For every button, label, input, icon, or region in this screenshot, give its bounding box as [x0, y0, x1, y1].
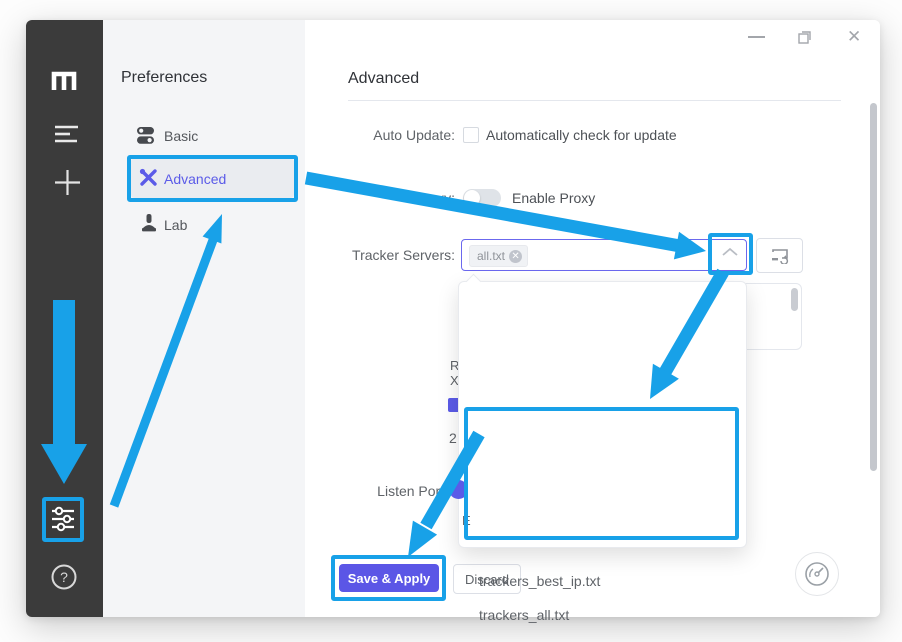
basic-toggles-icon: [137, 127, 156, 144]
speedometer-icon: [803, 560, 831, 588]
title-divider: [348, 100, 841, 101]
sync-trackers-icon: [771, 248, 789, 264]
motrix-logo-icon: [49, 66, 79, 94]
tag-label: all.txt: [477, 249, 505, 263]
preferences-panel: [103, 20, 305, 617]
tracker-servers-select[interactable]: all.txt ✕: [461, 239, 747, 271]
annotation-box-chevron: [708, 233, 753, 275]
selected-tracker-tag: all.txt ✕: [469, 245, 528, 267]
enable-proxy-text: Enable Proxy: [512, 190, 595, 206]
textarea-scrollbar-thumb[interactable]: [791, 288, 798, 311]
tracker-servers-label: Tracker Servers:: [305, 247, 455, 263]
proxy-label: Proxy:: [305, 190, 455, 206]
add-task-icon[interactable]: [54, 169, 81, 196]
annotation-box-advanced: [127, 155, 298, 202]
sidebar-item-lab[interactable]: Lab: [164, 217, 187, 233]
dropdown-option[interactable]: trackers_all.txt: [479, 607, 569, 623]
auto-update-label: Auto Update:: [305, 127, 455, 143]
hidden-text-fragment-2: 2: [449, 430, 457, 446]
sidebar-item-basic[interactable]: Basic: [164, 128, 198, 144]
lab-stamp-icon: [141, 213, 158, 233]
minimize-icon[interactable]: [748, 36, 765, 38]
page-title: Advanced: [348, 70, 419, 88]
dropdown-option[interactable]: trackers_best_ip.txt: [479, 573, 600, 589]
sync-trackers-button[interactable]: [756, 238, 803, 273]
main-scrollbar-thumb[interactable]: [870, 103, 877, 471]
preferences-title: Preferences: [121, 69, 207, 87]
annotation-box-save-button: [331, 555, 446, 601]
close-icon[interactable]: ✕: [847, 27, 861, 47]
help-icon[interactable]: ?: [51, 564, 78, 591]
svg-text:?: ?: [60, 569, 68, 585]
listen-ports-label: Listen Ports:: [305, 483, 455, 499]
auto-update-checkbox[interactable]: [463, 127, 479, 143]
annotation-box-tracker-group: [464, 407, 739, 540]
restore-icon[interactable]: [797, 29, 813, 45]
task-list-icon[interactable]: [54, 124, 80, 144]
auto-update-checkbox-label: Automatically check for update: [486, 127, 677, 143]
speed-gauge-button[interactable]: [795, 552, 839, 596]
tag-remove-icon[interactable]: ✕: [509, 250, 522, 263]
annotation-box-settings-icon: [42, 497, 84, 542]
toggle-knob: [464, 190, 480, 206]
screenshot-canvas: ✕ ? Preferences Basic Advanced: [0, 0, 902, 642]
enable-proxy-toggle[interactable]: [463, 189, 501, 207]
